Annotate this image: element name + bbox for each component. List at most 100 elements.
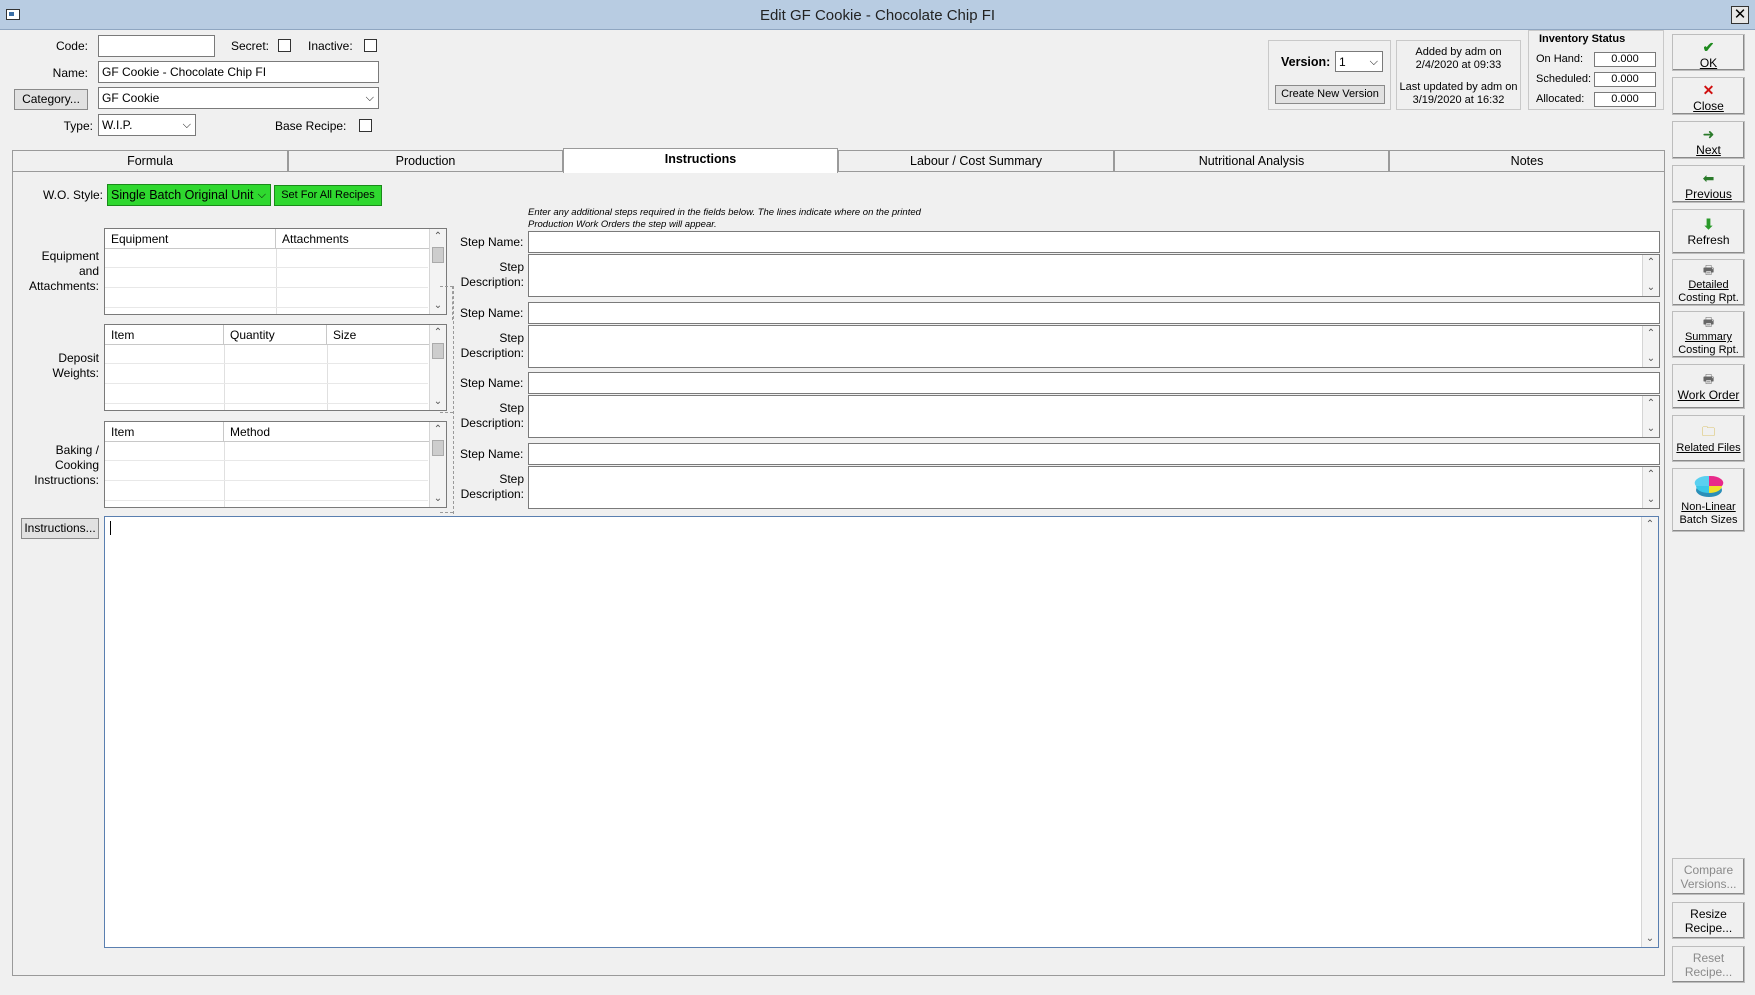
name-field[interactable]: GF Cookie - Chocolate Chip FI [98,61,379,83]
scroll-down-icon[interactable]: ⌄ [1642,931,1658,947]
set-for-all-recipes-button[interactable]: Set For All Recipes [274,185,382,206]
scroll-thumb[interactable] [432,343,444,359]
column-header-method[interactable]: Method [224,422,430,442]
scroll-down-icon[interactable]: ⌄ [1643,280,1659,296]
non-linear-batch-sizes-button[interactable]: Non-Linear Batch Sizes [1672,468,1745,532]
step-4-scrollbar[interactable]: ⌃ ⌄ [1642,467,1659,508]
scroll-up-icon[interactable]: ⌃ [430,325,446,341]
scroll-down-icon[interactable]: ⌄ [1643,492,1659,508]
scroll-up-icon[interactable]: ⌃ [430,422,446,438]
tab-labour-cost-summary[interactable]: Labour / Cost Summary [838,150,1114,172]
secret-checkbox[interactable] [278,39,291,52]
baking-cooking-instructions-label: Baking / Cooking Instructions: [20,443,99,488]
tab-nutritional-analysis[interactable]: Nutritional Analysis [1114,150,1389,172]
wo-style-select[interactable]: Single Batch Original Unit ⌵ [107,184,271,206]
deposit-scrollbar[interactable]: ⌃ ⌄ [429,325,446,410]
baking-scrollbar[interactable]: ⌃ ⌄ [429,422,446,507]
step-connector-line [440,286,453,320]
instructions-button[interactable]: Instructions... [21,518,99,539]
table-row[interactable] [105,385,428,404]
printer-icon: 🖶 [1702,263,1715,277]
checkmark-icon: ✔ [1702,39,1715,55]
step-description-label: Step Description: [456,401,524,431]
type-select[interactable]: W.I.P. ⌵ [98,114,196,136]
scroll-thumb[interactable] [432,247,444,263]
column-header-item[interactable]: Item [105,422,224,442]
step-1-scrollbar[interactable]: ⌃ ⌄ [1642,255,1659,296]
instructions-textarea[interactable]: ⌃ ⌄ [104,516,1659,948]
scroll-down-icon[interactable]: ⌄ [1643,421,1659,437]
inactive-checkbox[interactable] [364,39,377,52]
type-label: Type: [63,119,93,133]
category-button[interactable]: Category... [14,89,88,110]
code-field[interactable] [98,35,215,57]
table-row[interactable] [105,462,428,481]
on-hand-label: On Hand: [1536,53,1584,65]
table-row[interactable] [105,482,428,501]
step-2-description-input[interactable]: ⌃ ⌄ [528,325,1660,368]
column-header-item[interactable]: Item [105,325,224,345]
step-4-name-input[interactable] [528,443,1660,465]
ok-button[interactable]: ✔ OK [1672,34,1745,71]
table-row[interactable] [105,442,428,461]
scroll-up-icon[interactable]: ⌃ [1642,517,1658,533]
refresh-button[interactable]: ⬇ Refresh [1672,209,1745,254]
step-3-name-input[interactable] [528,372,1660,394]
deposit-weights-grid[interactable]: Item Quantity Size ⌃ ⌄ [104,324,447,411]
compare-label-line2: Versions... [1680,877,1737,891]
summary-costing-report-button[interactable]: 🖶 Summary Costing Rpt. [1672,311,1745,358]
compare-versions-button[interactable]: Compare Versions... [1672,858,1745,895]
related-files-button[interactable]: 🗀 Related Files [1672,415,1745,462]
scroll-down-icon[interactable]: ⌄ [430,491,446,507]
next-button[interactable]: ➜ Next [1672,121,1745,159]
baking-label-line2: Cooking [54,458,99,472]
scheduled-value: 0.000 [1594,72,1656,87]
scroll-up-icon[interactable]: ⌃ [430,229,446,245]
scroll-down-icon[interactable]: ⌄ [1643,351,1659,367]
pie-chart-icon [1694,475,1723,497]
scroll-up-icon[interactable]: ⌃ [1643,396,1659,412]
step-desc-label-line2: Description: [460,346,524,360]
step-2-scrollbar[interactable]: ⌃ ⌄ [1642,326,1659,367]
tab-instructions[interactable]: Instructions [563,148,838,173]
table-row[interactable] [105,345,428,364]
category-select[interactable]: GF Cookie ⌵ [98,87,379,109]
tab-production[interactable]: Production [288,150,563,172]
step-3-description-input[interactable]: ⌃ ⌄ [528,395,1660,438]
window-close-icon[interactable]: ✕ [1731,6,1749,24]
table-row[interactable] [105,289,428,308]
step-1-name-input[interactable] [528,231,1660,253]
detailed-costing-report-button[interactable]: 🖶 Detailed Costing Rpt. [1672,259,1745,306]
base-recipe-checkbox[interactable] [359,119,372,132]
close-button[interactable]: ✕ Close [1672,77,1745,115]
resize-recipe-button[interactable]: Resize Recipe... [1672,902,1745,939]
step-1-description-input[interactable]: ⌃ ⌄ [528,254,1660,297]
scroll-up-icon[interactable]: ⌃ [1643,467,1659,483]
step-4-description-input[interactable]: ⌃ ⌄ [528,466,1660,509]
column-header-attachments[interactable]: Attachments [276,229,430,249]
instructions-scrollbar[interactable]: ⌃ ⌄ [1641,517,1658,947]
scroll-up-icon[interactable]: ⌃ [1643,255,1659,271]
table-row[interactable] [105,269,428,288]
audit-panel: Added by adm on 2/4/2020 at 09:33 Last u… [1396,40,1521,110]
reset-recipe-button[interactable]: Reset Recipe... [1672,946,1745,983]
table-row[interactable] [105,365,428,384]
table-row[interactable] [105,249,428,268]
tab-formula[interactable]: Formula [12,150,288,172]
scroll-up-icon[interactable]: ⌃ [1643,326,1659,342]
column-header-equipment[interactable]: Equipment [105,229,276,249]
equipment-grid[interactable]: Equipment Attachments ⌃ ⌄ [104,228,447,315]
step-3-scrollbar[interactable]: ⌃ ⌄ [1642,396,1659,437]
create-new-version-button[interactable]: Create New Version [1275,85,1385,104]
scroll-thumb[interactable] [432,440,444,456]
equipment-label-line2: and [78,264,99,278]
scroll-down-icon[interactable]: ⌄ [430,394,446,410]
version-select[interactable]: 1 ⌵ [1335,51,1383,72]
previous-button[interactable]: ⬅ Previous [1672,165,1745,203]
work-order-button[interactable]: 🖶 Work Order [1672,364,1745,409]
column-header-size[interactable]: Size [327,325,430,345]
tab-notes[interactable]: Notes [1389,150,1665,172]
column-header-quantity[interactable]: Quantity [224,325,327,345]
step-2-name-input[interactable] [528,302,1660,324]
baking-cooking-grid[interactable]: Item Method ⌃ ⌄ [104,421,447,508]
